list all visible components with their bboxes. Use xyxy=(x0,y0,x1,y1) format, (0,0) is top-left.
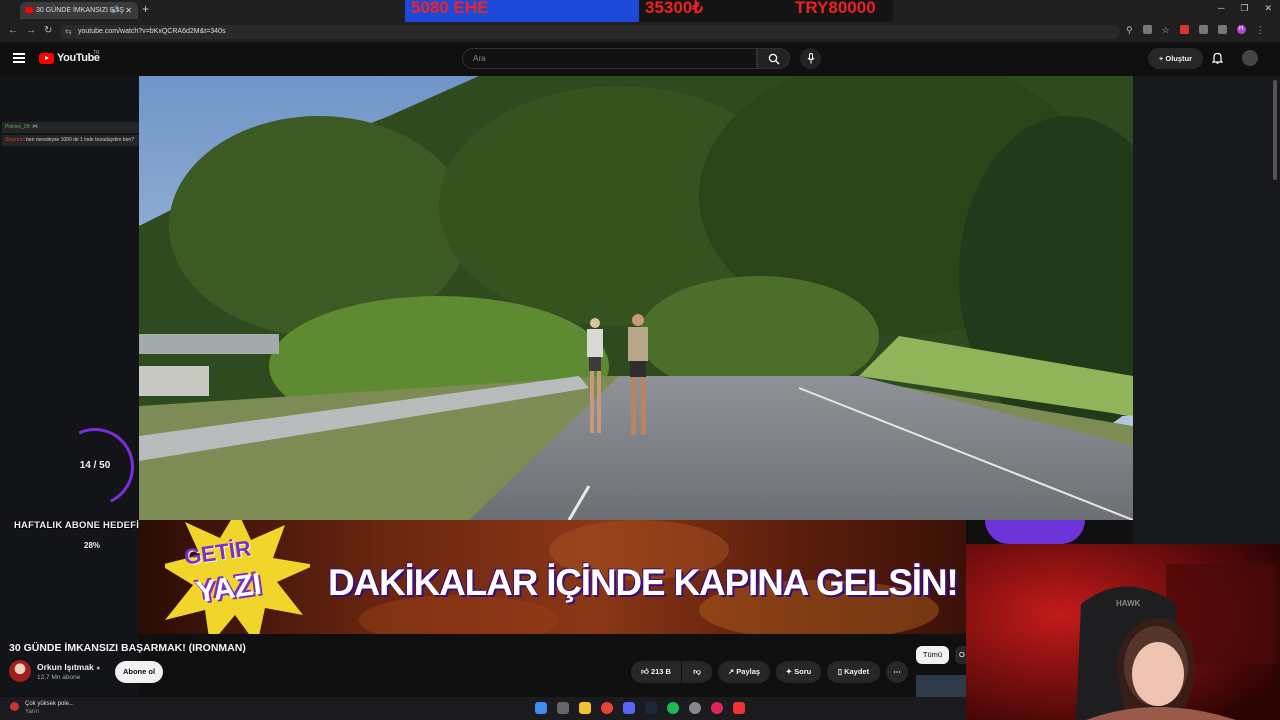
chip-all[interactable]: Tümü xyxy=(916,646,949,664)
steam-icon[interactable] xyxy=(645,702,657,714)
video-frame xyxy=(139,76,1133,520)
notification-title: Çok yüksek pole... xyxy=(25,701,75,707)
forward-icon[interactable]: → xyxy=(26,25,36,36)
webcam-frame: HAWK xyxy=(966,544,1280,720)
notifications-bell-icon[interactable] xyxy=(1211,52,1224,67)
more-actions-button[interactable]: ⋯ xyxy=(886,661,908,683)
spotify-icon[interactable] xyxy=(667,702,679,714)
save-button[interactable]: ▯ Kaydet xyxy=(827,661,880,683)
app-icon-pink[interactable] xyxy=(711,702,723,714)
hamburger-menu-icon[interactable] xyxy=(13,53,25,63)
file-explorer-icon[interactable] xyxy=(579,702,591,714)
back-icon[interactable]: ← xyxy=(8,25,18,36)
browser-tab[interactable]: 30 GÜNDE İMKANSIZI BAŞ 🔊 ✕ xyxy=(20,2,138,19)
page-scrollbar[interactable] xyxy=(1273,80,1277,180)
thumbs-up-icon: 👍︎ xyxy=(641,667,651,676)
url-text: youtube.com/watch?v=bKxQCRA6d2M&t=340s xyxy=(78,28,226,35)
user-avatar[interactable] xyxy=(1242,50,1258,66)
reload-icon[interactable]: ↻ xyxy=(44,25,52,36)
stream-left-panel xyxy=(0,76,139,696)
search-icon xyxy=(768,53,779,65)
puzzle-icon[interactable] xyxy=(1198,25,1208,34)
search-input[interactable]: Ara xyxy=(462,48,757,69)
taskbar-apps xyxy=(535,702,745,714)
dislike-button[interactable]: 👎︎ xyxy=(682,661,712,683)
address-bar[interactable]: ⇆ youtube.com/watch?v=bKxQCRA6d2M&t=340s xyxy=(60,25,1120,39)
chat-username: Pinkies_09 xyxy=(5,124,30,130)
taskbar-notification[interactable]: Çok yüksek pole... Yarın xyxy=(10,700,74,716)
like-button[interactable]: 👍︎ 213 B xyxy=(631,661,681,683)
stream-right-panel xyxy=(1133,76,1280,544)
sparkle-icon: ✦ xyxy=(785,667,795,676)
save-label: Kaydet xyxy=(844,667,870,676)
subscriber-count: 12,7 Mn abone xyxy=(37,674,81,681)
bookmark-star-icon[interactable]: ☆ xyxy=(1162,25,1170,36)
goal-title: HAFTALIK ABONE HEDEFİ xyxy=(14,520,140,531)
youtube-play-icon xyxy=(39,52,54,64)
weather-alert-icon xyxy=(10,702,19,711)
chat-username: Stayretc xyxy=(5,137,24,143)
related-video-thumbnail[interactable] xyxy=(916,675,966,697)
verified-check-icon: ● xyxy=(96,665,101,672)
like-count: 213 B xyxy=(650,667,671,676)
voice-search-button[interactable] xyxy=(800,48,821,69)
minimize-icon[interactable]: ─ xyxy=(1218,3,1224,14)
channel-name-text: Orkun Işıtmak xyxy=(37,662,94,672)
cast-icon[interactable] xyxy=(1142,25,1152,34)
more-dots-icon: ⋯ xyxy=(893,667,901,676)
goal-count: 14 / 50 xyxy=(79,460,111,471)
extension-bar: ⚲ ☆ H ⋮ xyxy=(1126,25,1265,36)
kebab-menu-icon[interactable]: ⋮ xyxy=(1256,25,1265,36)
notification-sub: Yarın xyxy=(25,709,39,715)
overlay-purple-shape xyxy=(985,520,1085,544)
window-controls: ─ ❐ ✕ xyxy=(1218,3,1272,14)
os-taskbar xyxy=(0,697,966,720)
windows-start-icon[interactable] xyxy=(535,702,547,714)
ask-button[interactable]: ✦ Soru xyxy=(776,661,821,683)
create-button[interactable]: + Oluştur xyxy=(1148,48,1203,69)
speaker-icon[interactable]: 🔊 xyxy=(111,2,120,19)
overlay-item-2: 35300₺ xyxy=(645,0,704,17)
video-title: 30 GÜNDE İMKANSIZI BAŞARMAK! (IRONMAN) xyxy=(9,642,246,654)
discord-icon[interactable] xyxy=(623,702,635,714)
webcam-overlay: HAWK xyxy=(966,544,1280,720)
app-icon-red[interactable] xyxy=(733,702,745,714)
extension-icon[interactable] xyxy=(1179,25,1189,34)
zoom-icon[interactable]: ⚲ xyxy=(1126,25,1133,36)
search-button[interactable] xyxy=(757,48,790,69)
ask-label: Soru xyxy=(794,667,812,676)
close-tab-icon[interactable]: ✕ xyxy=(125,2,132,19)
sidepanel-icon[interactable] xyxy=(1217,25,1227,34)
channel-name[interactable]: Orkun Işıtmak ● xyxy=(37,662,100,672)
youtube-favicon-icon xyxy=(25,7,33,13)
overlay-item-3: TRY80000 xyxy=(795,0,876,17)
profile-avatar-icon[interactable]: H xyxy=(1236,25,1246,34)
create-label: Oluştur xyxy=(1165,54,1193,63)
chat-text: ben neredeyse 1000 de 1 inde buradaydım … xyxy=(26,137,134,143)
thumbs-down-icon: 👎︎ xyxy=(693,667,701,676)
site-info-icon[interactable]: ⇆ xyxy=(65,25,72,39)
share-label: Paylaş xyxy=(736,667,761,676)
chair-brand-logo: HAWK xyxy=(1116,599,1141,608)
restore-icon[interactable]: ❐ xyxy=(1240,3,1248,14)
chat-text: 🎮 xyxy=(32,124,39,130)
country-code: TR xyxy=(93,50,100,56)
new-tab-button[interactable]: + xyxy=(142,2,149,16)
goal-percent: 28% xyxy=(84,541,101,550)
microphone-icon xyxy=(807,53,814,64)
chrome-icon[interactable] xyxy=(601,702,613,714)
close-window-icon[interactable]: ✕ xyxy=(1264,3,1272,14)
video-player[interactable] xyxy=(139,76,1133,520)
channel-avatar[interactable] xyxy=(9,660,31,682)
youtube-logo[interactable]: YouTube xyxy=(39,52,100,64)
share-button[interactable]: ↗ Paylaş xyxy=(718,661,770,683)
banner-headline: DAKİKALAR İÇİNDE KAPINA GELSİN! xyxy=(328,562,959,603)
obs-icon[interactable] xyxy=(689,702,701,714)
task-view-icon[interactable] xyxy=(557,702,569,714)
subscribe-button[interactable]: Abone ol xyxy=(115,661,163,683)
